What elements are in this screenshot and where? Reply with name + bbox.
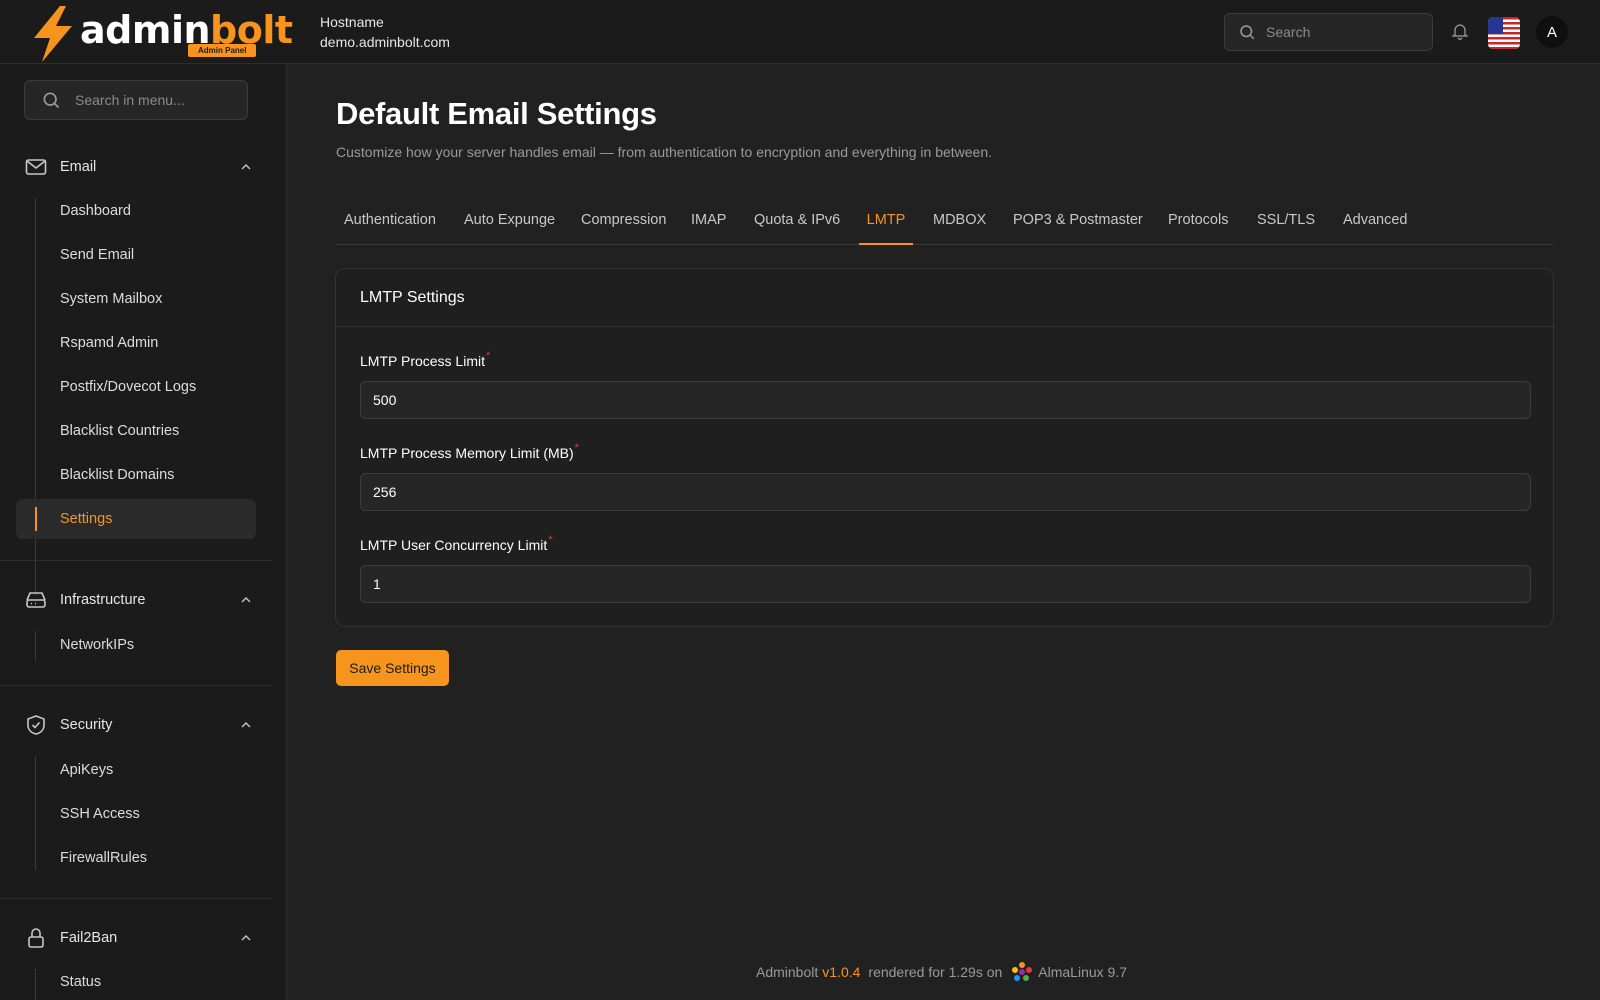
- chevron-up-icon[interactable]: [238, 592, 254, 608]
- sidebar-group-label: Fail2Ban: [60, 930, 118, 946]
- logo[interactable]: adminbolt Admin Panel: [30, 6, 293, 62]
- chevron-up-icon[interactable]: [238, 717, 254, 733]
- shield-check-icon: [27, 715, 45, 735]
- sidebar-group-label: Email: [60, 159, 97, 175]
- tab-imap[interactable]: IMAP: [691, 205, 726, 245]
- required-mark: *: [574, 442, 579, 454]
- page-subtitle: Customize how your server handles email …: [336, 144, 993, 160]
- top-bar: adminbolt Admin Panel Hostname demo.admi…: [0, 0, 1600, 64]
- field-label-user-concurrency: LMTP User Concurrency Limit*: [360, 534, 553, 553]
- sidebar-item-rspamd-admin[interactable]: Rspamd Admin: [16, 323, 256, 363]
- footer-os: AlmaLinux 9.7: [1038, 964, 1127, 980]
- search-icon: [43, 92, 60, 109]
- sidebar-group-email[interactable]: Email: [24, 155, 254, 179]
- settings-tabs: Authentication Auto Expunge Compression …: [336, 205, 1553, 245]
- tab-lmtp[interactable]: LMTP: [859, 205, 913, 245]
- sidebar-item-networkips[interactable]: NetworkIPs: [16, 625, 256, 665]
- sidebar-group-fail2ban[interactable]: Fail2Ban: [24, 926, 254, 950]
- hostname-block: Hostname demo.adminbolt.com: [320, 12, 450, 52]
- sidebar-item-blacklist-countries[interactable]: Blacklist Countries: [16, 411, 256, 451]
- chevron-up-icon[interactable]: [238, 930, 254, 946]
- tab-pop3-postmaster[interactable]: POP3 & Postmaster: [1013, 205, 1143, 245]
- sidebar-group-label: Security: [60, 717, 113, 733]
- us-flag-icon[interactable]: [1488, 17, 1520, 49]
- mail-icon: [25, 159, 47, 175]
- required-mark: *: [548, 534, 553, 546]
- field-label-memory-limit: LMTP Process Memory Limit (MB)*: [360, 442, 579, 461]
- field-label-process-limit: LMTP Process Limit*: [360, 350, 491, 369]
- sidebar-group-label: Infrastructure: [60, 592, 146, 608]
- hostname-value: demo.adminbolt.com: [320, 34, 450, 50]
- global-search-input[interactable]: Search: [1224, 13, 1433, 51]
- footer-version[interactable]: v1.0.4: [822, 964, 860, 980]
- sidebar-item-settings[interactable]: Settings: [16, 499, 256, 539]
- almalinux-logo-icon: [1012, 962, 1033, 981]
- sidebar-divider: [0, 685, 272, 686]
- hostname-label: Hostname: [320, 14, 384, 30]
- footer-app-name: Adminbolt: [756, 964, 819, 980]
- lmtp-memory-limit-input[interactable]: [360, 473, 1531, 511]
- sidebar-item-ssh-access[interactable]: SSH Access: [16, 794, 256, 834]
- sidebar-item-postfix-dovecot-logs[interactable]: Postfix/Dovecot Logs: [16, 367, 256, 407]
- tab-quota-ipv6[interactable]: Quota & IPv6: [754, 205, 840, 245]
- field-label-text: LMTP User Concurrency Limit: [360, 537, 548, 553]
- sidebar-divider: [0, 898, 272, 899]
- sidebar-item-send-email[interactable]: Send Email: [16, 235, 256, 275]
- bell-icon[interactable]: [1450, 20, 1470, 42]
- sidebar-group-infrastructure[interactable]: Infrastructure: [24, 588, 254, 612]
- card-title: LMTP Settings: [336, 269, 1553, 327]
- save-settings-button[interactable]: Save Settings: [336, 650, 449, 686]
- avatar[interactable]: A: [1536, 16, 1568, 48]
- sidebar-item-apikeys[interactable]: ApiKeys: [16, 750, 256, 790]
- required-mark: *: [486, 350, 491, 362]
- sidebar-item-system-mailbox[interactable]: System Mailbox: [16, 279, 256, 319]
- logo-badge: Admin Panel: [188, 44, 257, 57]
- sidebar-item-status[interactable]: Status: [16, 962, 256, 1000]
- footer-rendered-text: rendered for 1.29s on: [868, 964, 1003, 980]
- tab-ssl-tls[interactable]: SSL/TLS: [1257, 205, 1315, 245]
- server-icon: [26, 592, 46, 608]
- bolt-logo-icon: [34, 6, 72, 62]
- menu-search-input[interactable]: Search in menu...: [24, 80, 248, 120]
- lock-icon: [28, 928, 44, 948]
- tab-auto-expunge[interactable]: Auto Expunge: [464, 205, 555, 245]
- tab-compression[interactable]: Compression: [581, 205, 666, 245]
- sidebar-item-firewallrules[interactable]: FirewallRules: [16, 838, 256, 878]
- field-label-text: LMTP Process Memory Limit (MB): [360, 445, 574, 461]
- field-label-text: LMTP Process Limit: [360, 353, 485, 369]
- sidebar-item-dashboard[interactable]: Dashboard: [16, 191, 256, 231]
- logo-text: adminbolt: [80, 8, 293, 52]
- tab-authentication[interactable]: Authentication: [344, 205, 436, 245]
- lmtp-process-limit-input[interactable]: [360, 381, 1531, 419]
- tab-mdbox[interactable]: MDBOX: [933, 205, 986, 245]
- lmtp-user-concurrency-input[interactable]: [360, 565, 1531, 603]
- menu-search-placeholder: Search in menu...: [75, 92, 185, 108]
- lmtp-settings-card: LMTP Settings LMTP Process Limit* LMTP P…: [335, 268, 1554, 627]
- tab-advanced[interactable]: Advanced: [1343, 205, 1408, 245]
- tab-protocols[interactable]: Protocols: [1168, 205, 1228, 245]
- footer: Adminbolt v1.0.4 rendered for 1.29s on A…: [756, 960, 1127, 984]
- page-title: Default Email Settings: [336, 96, 657, 131]
- sidebar: Search in menu... Email Dashboard Send E…: [0, 64, 287, 1000]
- chevron-up-icon[interactable]: [238, 159, 254, 175]
- sidebar-item-blacklist-domains[interactable]: Blacklist Domains: [16, 455, 256, 495]
- sidebar-group-security[interactable]: Security: [24, 713, 254, 737]
- search-icon: [1240, 25, 1255, 40]
- global-search-placeholder: Search: [1266, 24, 1311, 40]
- sidebar-divider: [0, 560, 272, 561]
